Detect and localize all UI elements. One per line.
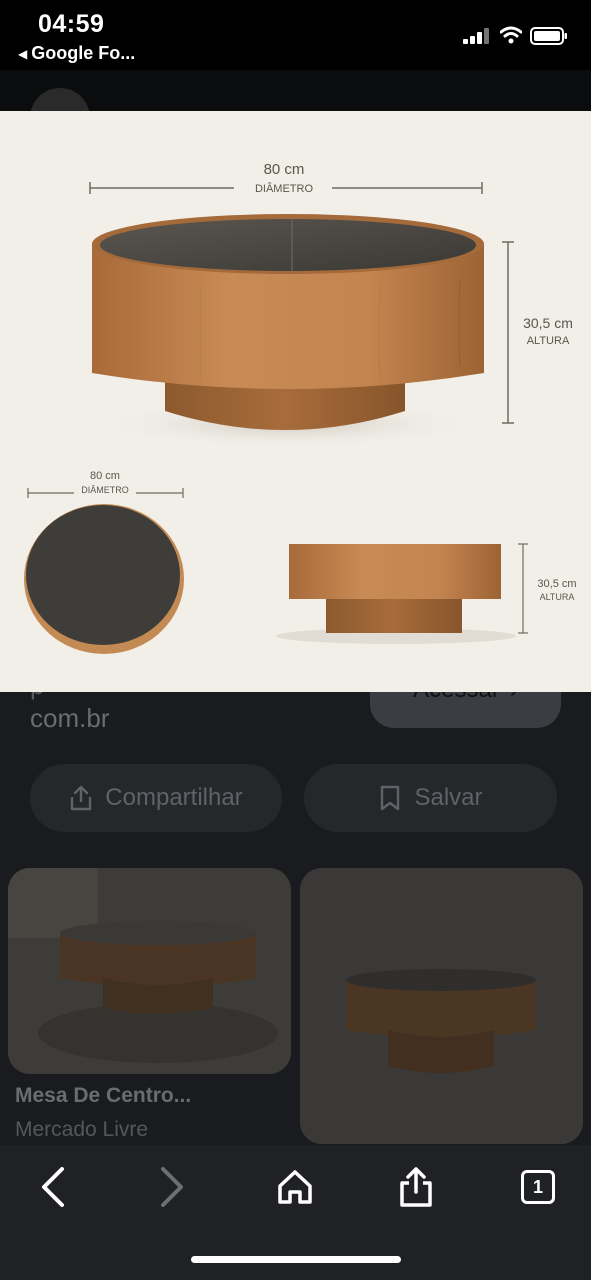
share-button-label: Compartilhar bbox=[105, 784, 243, 811]
product-image: 80 cm DIÂMETRO 30,5 cm ALTURA 80 cm DIÂM… bbox=[0, 111, 591, 692]
top-width-label: DIÂMETRO bbox=[255, 182, 314, 195]
home-icon bbox=[278, 1170, 312, 1204]
product-dimension-diagram: 80 cm DIÂMETRO 30,5 cm ALTURA 80 cm DIÂM… bbox=[24, 161, 577, 654]
share-up-icon bbox=[400, 1167, 432, 1207]
back-button[interactable] bbox=[22, 1161, 82, 1213]
dimmed-header bbox=[0, 70, 591, 112]
result-thumbnail-2[interactable] bbox=[300, 868, 583, 1144]
back-triangle-icon: ◀ bbox=[18, 46, 28, 61]
result-source: Mercado Livre bbox=[15, 1118, 149, 1141]
back-to-app-link[interactable]: ◀ Google Fo... bbox=[18, 43, 135, 64]
top-height-label: ALTURA bbox=[527, 335, 570, 347]
tab-count-icon: 1 bbox=[521, 1170, 555, 1204]
result-thumbnail-1[interactable] bbox=[8, 868, 291, 1074]
battery-icon bbox=[530, 27, 567, 45]
result-title[interactable]: Mesa De Centro... bbox=[15, 1084, 191, 1108]
cellular-signal-icon bbox=[463, 28, 491, 44]
bottom-left-width-value: 80 cm bbox=[90, 470, 120, 482]
tabs-button[interactable]: 1 bbox=[508, 1161, 568, 1213]
status-bar: 04:59 ◀ Google Fo... bbox=[0, 0, 591, 70]
share-button[interactable]: Compartilhar bbox=[30, 764, 282, 832]
forward-button[interactable] bbox=[143, 1161, 203, 1213]
bottom-right-height-value: 30,5 cm bbox=[537, 578, 576, 590]
share-page-button[interactable] bbox=[386, 1161, 446, 1213]
share-icon bbox=[71, 785, 92, 811]
bookmark-icon bbox=[381, 785, 400, 811]
save-button[interactable]: Salvar bbox=[304, 764, 557, 832]
result-thumbnail-2-image bbox=[300, 868, 583, 1144]
top-width-value: 80 cm bbox=[264, 161, 305, 178]
back-app-label: Google Fo... bbox=[31, 43, 136, 63]
home-button[interactable] bbox=[265, 1161, 325, 1213]
clock: 04:59 bbox=[38, 10, 105, 38]
site-domain[interactable]: com.br bbox=[30, 703, 109, 734]
chevron-left-icon bbox=[42, 1167, 64, 1207]
bottom-right-height-label: ALTURA bbox=[540, 592, 575, 602]
save-button-label: Salvar bbox=[414, 784, 483, 811]
home-indicator[interactable] bbox=[191, 1256, 401, 1263]
wifi-icon bbox=[500, 26, 522, 44]
chevron-right-icon bbox=[161, 1167, 183, 1207]
result-thumbnail-1-image bbox=[8, 868, 291, 1074]
top-height-value: 30,5 cm bbox=[523, 315, 573, 331]
bottom-left-width-label: DIÂMETRO bbox=[81, 485, 129, 495]
tab-count: 1 bbox=[532, 1176, 543, 1197]
